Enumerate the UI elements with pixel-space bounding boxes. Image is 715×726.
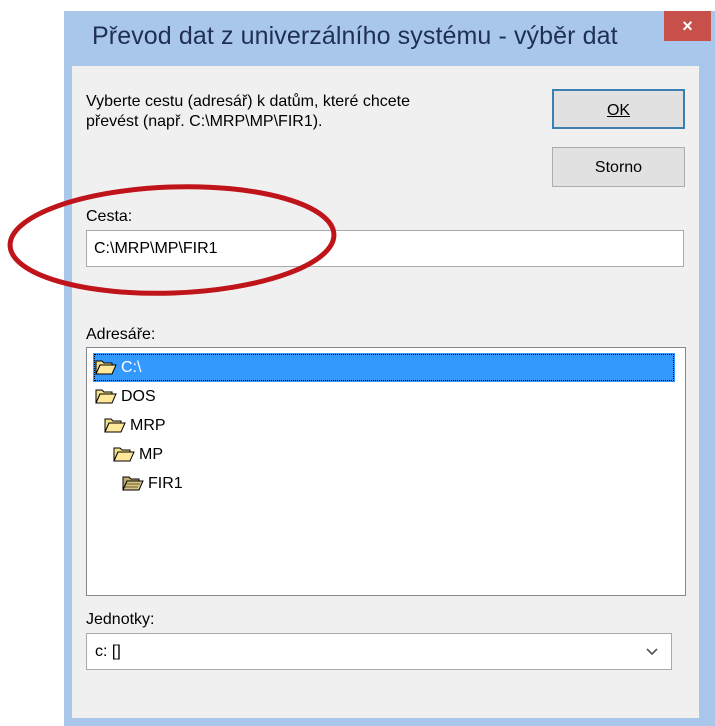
- drives-value: c: []: [95, 643, 121, 660]
- open-folder-icon: [113, 447, 135, 462]
- ok-button-label: OK: [606, 102, 631, 119]
- path-input[interactable]: C:\MRP\MP\FIR1: [86, 230, 684, 267]
- close-button[interactable]: ×: [664, 11, 711, 41]
- directory-item-c[interactable]: C:\: [93, 353, 675, 382]
- directory-label: MP: [139, 446, 163, 463]
- directory-label: C:\: [121, 359, 142, 376]
- instructions-line-1: Vyberte cestu (adresář) k datům, které c…: [86, 93, 410, 110]
- open-folder-icon: [104, 418, 126, 433]
- directory-item-dos[interactable]: DOS: [93, 382, 293, 411]
- instructions-text: Vyberte cestu (adresář) k datům, které c…: [86, 92, 410, 132]
- directory-label: MRP: [130, 417, 166, 434]
- current-folder-icon: [122, 476, 144, 491]
- path-label: Cesta:: [86, 208, 133, 225]
- directories-label: Adresáře:: [86, 326, 156, 343]
- cancel-button[interactable]: Storno: [552, 147, 685, 187]
- path-value: C:\MRP\MP\FIR1: [94, 240, 218, 257]
- instructions-line-2: převést (např. C:\MRP\MP\FIR1).: [86, 113, 323, 130]
- dialog-window: Převod dat z univerzálního systému - výb…: [64, 11, 715, 726]
- open-folder-icon: [95, 389, 117, 404]
- title-bar[interactable]: Převod dat z univerzálního systému - výb…: [64, 11, 715, 65]
- directory-label: FIR1: [148, 475, 183, 492]
- ok-button[interactable]: OK: [552, 89, 685, 129]
- drives-label: Jednotky:: [86, 611, 155, 628]
- dialog-body: Vyberte cestu (adresář) k datům, které c…: [72, 66, 699, 718]
- directory-item-mrp[interactable]: MRP: [102, 411, 302, 440]
- window-title: Převod dat z univerzálního systému - výb…: [92, 22, 618, 50]
- chevron-down-icon[interactable]: [643, 634, 661, 669]
- drives-select[interactable]: c: []: [86, 633, 672, 670]
- directory-item-fir1[interactable]: FIR1: [120, 469, 320, 498]
- directory-item-mp[interactable]: MP: [111, 440, 311, 469]
- close-icon: ×: [682, 16, 693, 36]
- directory-label: DOS: [121, 388, 156, 405]
- directories-list[interactable]: C:\ DOS MRP MP FIR1: [86, 347, 686, 596]
- open-folder-icon: [95, 360, 117, 375]
- cancel-button-label: Storno: [594, 159, 643, 176]
